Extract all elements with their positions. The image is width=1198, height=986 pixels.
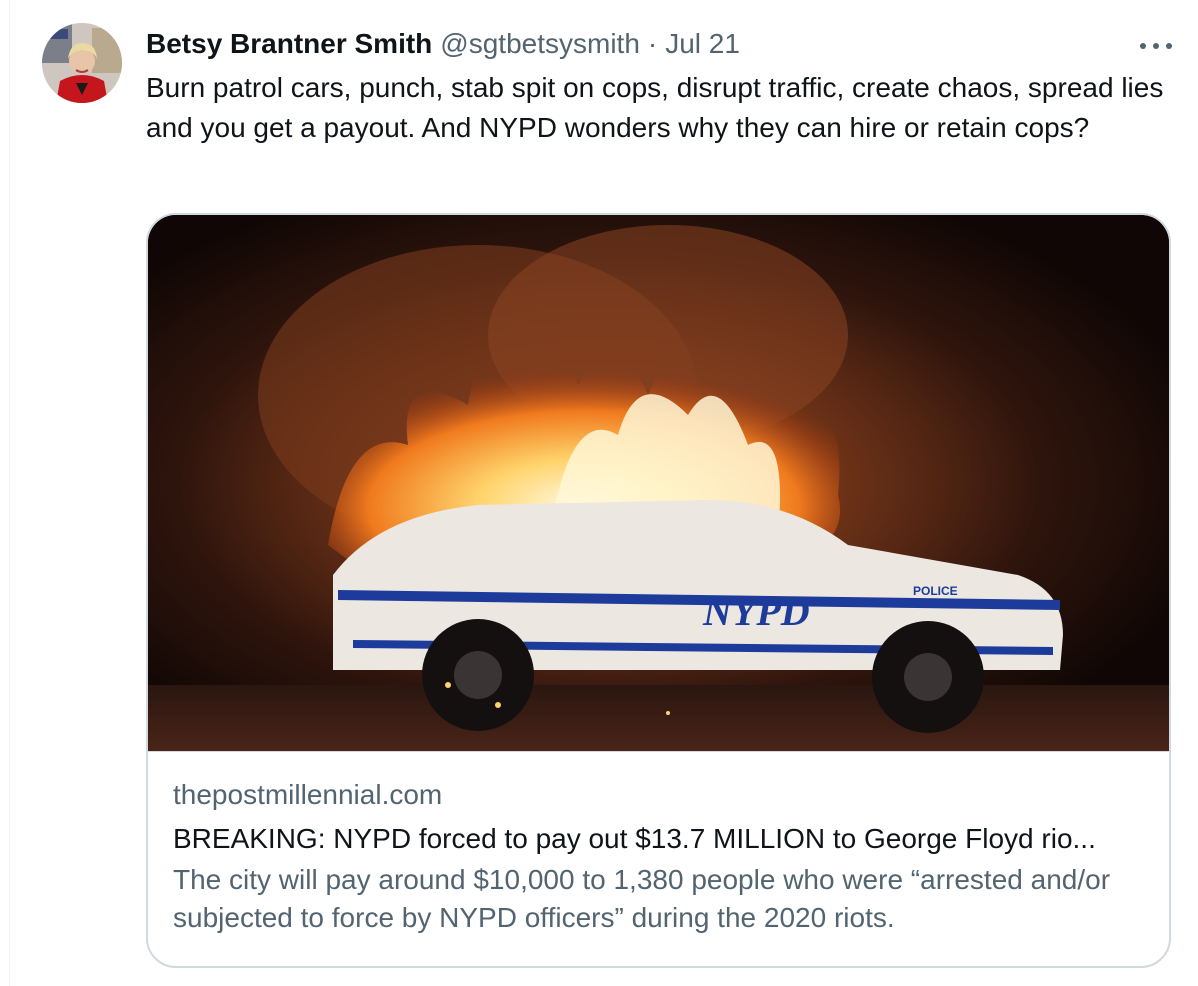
more-dot [1140,43,1146,49]
tweet-text: Burn patrol cars, punch, stab spit on co… [146,72,1172,143]
card-domain[interactable]: thepostmillennial.com [173,777,1148,813]
card-meta: thepostmillennial.com BREAKING: NYPD for… [173,777,1148,937]
more-dot [1166,43,1172,49]
card-title[interactable]: BREAKING: NYPD forced to pay out $13.7 M… [173,821,1148,857]
more-dot [1153,43,1159,49]
author-handle[interactable]: @sgtbetsysmith [440,26,640,62]
link-card[interactable]: NYPD POLICE thepostmillennial.com BREAKI… [146,213,1171,968]
car-police-lettering: POLICE [913,584,958,598]
header-separator: · [647,28,658,59]
car-nypd-lettering: NYPD [702,589,810,634]
avatar-photo-icon [42,23,122,103]
tweet-date[interactable]: Jul 21 [665,26,740,62]
author-display-name[interactable]: Betsy Brantner Smith [146,26,432,62]
author-avatar[interactable] [42,23,122,103]
more-options-icon[interactable] [1140,36,1172,56]
card-image[interactable]: NYPD POLICE [148,215,1169,752]
card-description: The city will pay around $10,000 to 1,38… [173,864,1111,933]
tweet[interactable]: Betsy Brantner Smith @sgtbetsysmith · Ju… [0,0,1198,986]
tweet-header: Betsy Brantner Smith @sgtbetsysmith · Ju… [146,26,740,62]
burning-car-image: NYPD POLICE [148,215,1169,751]
